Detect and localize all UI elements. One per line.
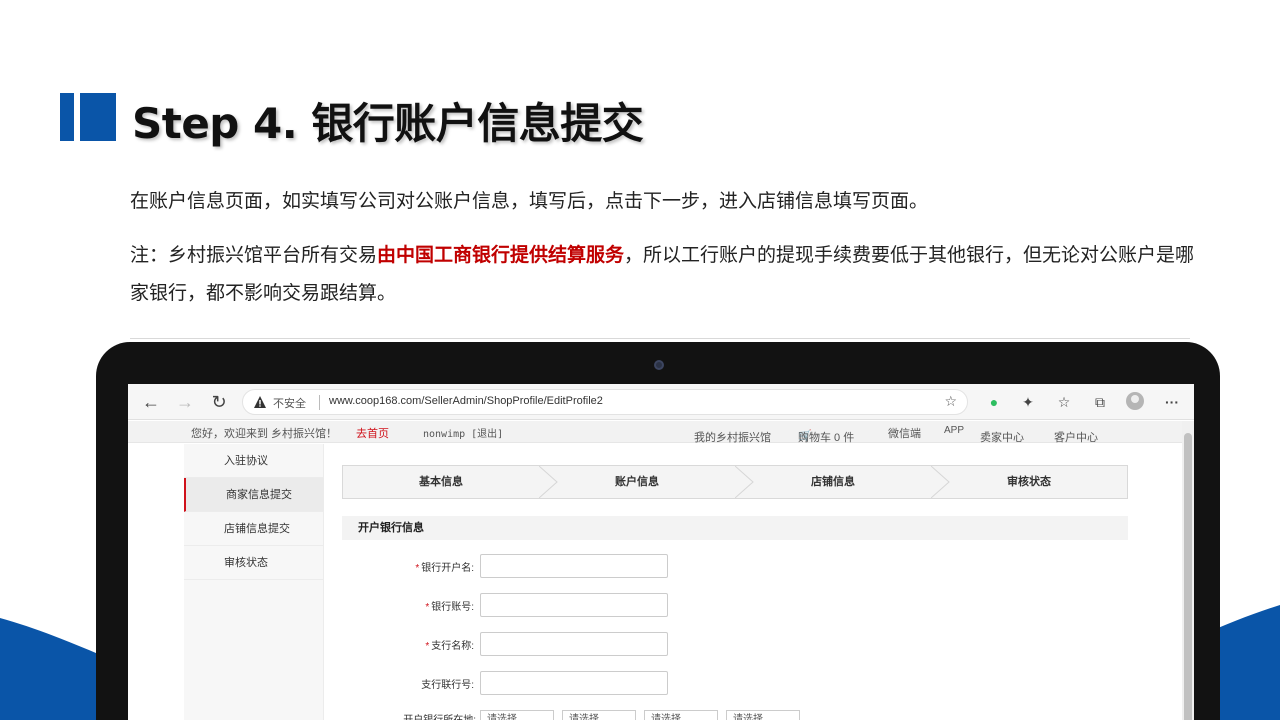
bank-account-number-input[interactable] <box>480 593 668 617</box>
url-divider <box>319 395 320 410</box>
note-prefix: 注：乡村振兴馆平台所有交易 <box>130 244 378 266</box>
address-bar[interactable]: 不安全 www.coop168.com/SellerAdmin/ShopProf… <box>242 389 968 415</box>
intro-paragraph: 在账户信息页面，如实填写公司对公账户信息，填写后，点击下一步，进入店铺信息填写页… <box>130 190 929 212</box>
cart-label: 购物车 0 件 <box>798 432 855 444</box>
warning-icon <box>254 396 266 408</box>
required-mark: * <box>415 563 420 574</box>
step-account-info: 账户信息 <box>615 476 659 488</box>
url-text[interactable]: www.coop168.com/SellerAdmin/ShopProfile/… <box>329 395 603 407</box>
field-label-text: 银行开户名: <box>421 563 474 574</box>
field-label: 支行联行号: <box>421 676 474 691</box>
sidebar-item-review-status[interactable]: 审核状态 <box>184 546 324 580</box>
field-label-text: 支行名称: <box>431 641 474 652</box>
region-select-4[interactable]: 请选择 <box>726 710 800 720</box>
field-label-text: 银行账号: <box>431 602 474 613</box>
scrollbar-thumb[interactable] <box>1184 433 1192 720</box>
note-paragraph: 注：乡村振兴馆平台所有交易由中国工商银行提供结算服务，所以工行账户的提现手续费要… <box>130 236 1210 312</box>
form-row-bank-location: 开户银行所在地: 请选择 请选择 请选择 请选择 <box>342 710 1042 720</box>
chevron-down-icon: ▼ <box>697 429 705 438</box>
more-menu-icon[interactable]: ··· <box>1162 392 1182 412</box>
field-label: * 银行开户名: <box>415 559 474 574</box>
camera-icon <box>654 360 664 370</box>
app-link[interactable]: APP <box>944 425 964 436</box>
form-row-branch-name: * 支行名称: <box>342 632 742 656</box>
welcome-text: 您好，欢迎来到 乡村振兴馆！ <box>191 428 338 440</box>
laptop-screen: ← → ↻ 不安全 www.coop168.com/SellerAdmin/Sh… <box>128 384 1194 720</box>
my-shop-label: 我的乡村振兴馆 <box>694 432 771 444</box>
step-indicator: 基本信息 账户信息 店铺信息 审核状态 <box>342 465 1128 499</box>
forward-arrow-icon[interactable]: → <box>174 391 196 413</box>
browser-toolbar: ← → ↻ 不安全 www.coop168.com/SellerAdmin/Sh… <box>128 384 1194 420</box>
field-label-text: 支行联行号: <box>421 680 474 691</box>
bank-location-label: 开户银行所在地: <box>403 711 476 720</box>
separator-line <box>130 338 1190 339</box>
region-select-2[interactable]: 请选择 <box>562 710 636 720</box>
required-mark: * <box>425 641 430 652</box>
branch-name-input[interactable] <box>480 632 668 656</box>
region-select-3[interactable]: 请选择 <box>644 710 718 720</box>
chevron-down-icon: ▼ <box>983 429 991 438</box>
favorites-icon[interactable]: ☆ <box>1054 392 1074 412</box>
reload-icon[interactable]: ↻ <box>208 391 230 413</box>
section-title: 开户银行信息 <box>342 516 1128 540</box>
step-review-status: 审核状态 <box>1007 476 1051 488</box>
back-arrow-icon[interactable]: ← <box>140 391 162 413</box>
form-row-account-name: * 银行开户名: <box>342 554 742 578</box>
step-basic-info: 基本信息 <box>419 476 463 488</box>
seller-sidebar: 入驻协议 商家信息提交 店铺信息提交 审核状态 <box>184 444 324 720</box>
evernote-icon[interactable]: ● <box>984 392 1004 412</box>
branch-code-input[interactable] <box>480 671 668 695</box>
accent-block-small <box>60 93 74 141</box>
home-link[interactable]: 去首页 <box>356 425 389 441</box>
form-row-branch-code: 支行联行号: <box>342 671 742 695</box>
laptop-frame: ← → ↻ 不安全 www.coop168.com/SellerAdmin/Sh… <box>96 342 1220 720</box>
bank-account-name-input[interactable] <box>480 554 668 578</box>
step-shop-info: 店铺信息 <box>811 476 855 488</box>
form-row-account-number: * 银行账号: <box>342 593 742 617</box>
field-label: * 支行名称: <box>425 637 474 652</box>
sidebar-item-shop-info[interactable]: 店铺信息提交 <box>184 512 324 546</box>
site-topbar: 您好，欢迎来到 乡村振兴馆！ 去首页 nonwimp [退出] 我的乡村振兴馆 ▼… <box>128 421 1194 444</box>
accent-block-large <box>80 93 116 141</box>
collections-icon[interactable]: ⧉ <box>1090 392 1110 412</box>
chevron-down-icon: ▼ <box>1057 429 1065 438</box>
sidebar-item-agreement[interactable]: 入驻协议 <box>184 444 324 478</box>
extensions-icon[interactable]: ✦ <box>1018 392 1038 412</box>
slide-title: Step 4. 银行账户信息提交 <box>132 99 644 148</box>
region-select-1[interactable]: 请选择 <box>480 710 554 720</box>
wechat-link[interactable]: 微信端 <box>888 425 921 441</box>
required-mark: * <box>425 602 430 613</box>
page-scrollbar[interactable] <box>1182 421 1194 720</box>
sidebar-item-merchant-info[interactable]: 商家信息提交 <box>184 478 324 512</box>
user-logout-link[interactable]: nonwimp [退出] <box>423 425 503 440</box>
add-favorite-icon[interactable]: ☆ <box>944 393 957 410</box>
not-secure-label: 不安全 <box>273 398 306 410</box>
field-label: * 银行账号: <box>425 598 474 613</box>
note-highlight: 由中国工商银行提供结算服务 <box>377 244 625 266</box>
profile-avatar-icon[interactable] <box>1126 392 1144 410</box>
